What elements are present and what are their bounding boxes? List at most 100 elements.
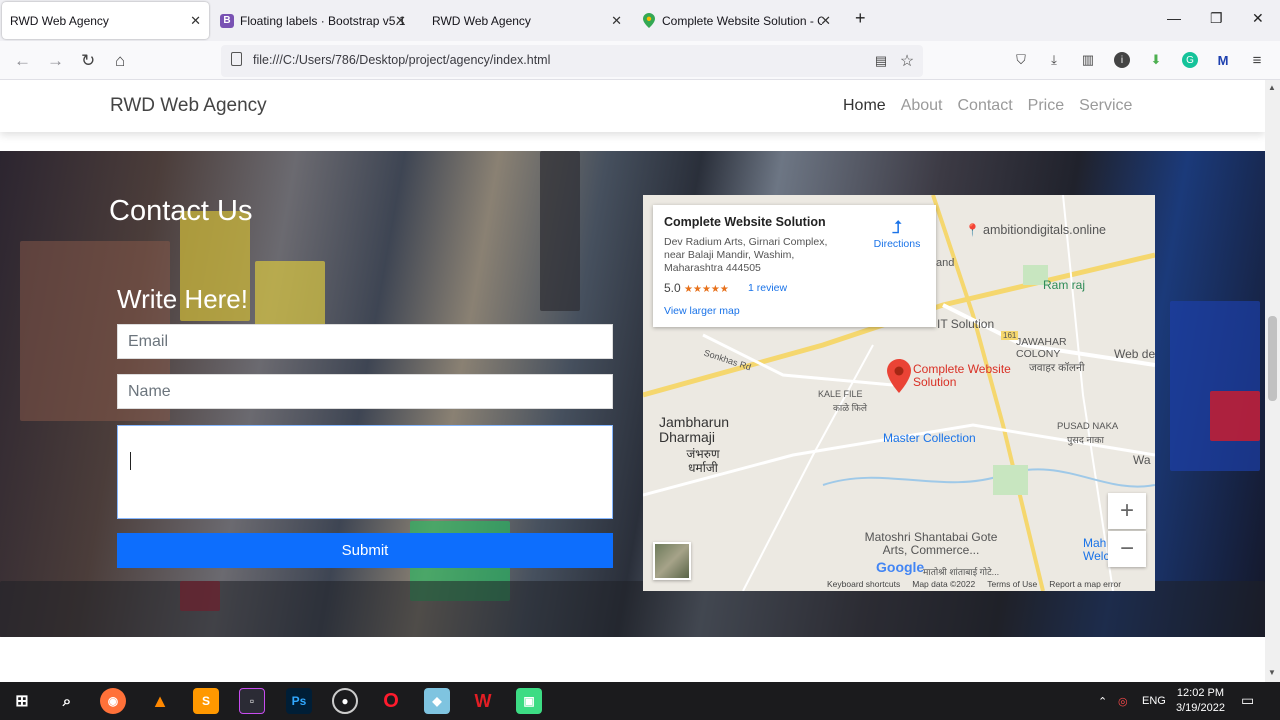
address-bar[interactable]: file:///C:/Users/786/Desktop/project/age… [221, 45, 923, 77]
map-attribution: Keyboard shortcuts Map data ©2022 Terms … [827, 579, 1121, 589]
back-icon[interactable]: ← [14, 51, 31, 71]
clock-date: 3/19/2022 [1176, 702, 1225, 714]
zoom-in-button[interactable]: + [1108, 493, 1146, 529]
map-marker-icon[interactable] [887, 359, 911, 393]
map-label-matoshri: Matoshri Shantabai Gote Arts, Commerce..… [864, 530, 998, 557]
zoom-out-button[interactable]: − [1108, 531, 1146, 567]
google-logo-text: Google [876, 559, 925, 575]
menu-icon[interactable]: ≡ [1249, 52, 1265, 69]
nav-bar: ← → ↻ ⌂ file:///C:/Users/786/Desktop/pro… [0, 41, 1280, 80]
scroll-thumb[interactable] [1268, 316, 1277, 401]
report-error-link[interactable]: Report a map error [1049, 579, 1121, 589]
search-icon[interactable]: ⌕ [54, 688, 80, 714]
scroll-down-icon[interactable]: ▼ [1268, 668, 1276, 677]
extension-m-icon[interactable]: M [1215, 52, 1231, 68]
web-page: RWD Web Agency Home About Contact Price … [0, 80, 1265, 682]
new-tab-button[interactable]: + [855, 8, 866, 29]
text-caret [130, 452, 131, 470]
tab-bootstrap[interactable]: B Floating labels · Bootstrap v5.1 ✕ [212, 2, 414, 39]
map-embed[interactable]: Complete Website Solution Dev Radium Art… [643, 195, 1155, 591]
terms-link[interactable]: Terms of Use [987, 579, 1037, 589]
tray-arrow-icon[interactable]: ⌃ [1098, 695, 1107, 708]
email-field[interactable]: Email [117, 324, 613, 359]
tab-title: Complete Website Solution - Go [662, 13, 822, 28]
form-title: Write Here! [117, 284, 248, 314]
tray-app-icon[interactable]: ◎ [1118, 695, 1128, 708]
building-shape [540, 151, 580, 311]
sidebar-icon[interactable]: ▥ [1080, 52, 1096, 68]
larger-map-link[interactable]: View larger map [664, 305, 740, 317]
submit-button[interactable]: Submit [117, 533, 613, 568]
reload-icon[interactable]: ↻ [81, 51, 95, 71]
site-menu: Home About Contact Price Service [843, 97, 1132, 115]
opera-icon[interactable]: O [378, 688, 404, 714]
tab-maps[interactable]: Complete Website Solution - Go ✕ [634, 2, 839, 39]
close-icon[interactable]: ✕ [611, 13, 622, 29]
app-icon[interactable]: ◆ [424, 688, 450, 714]
tab-rwd-1[interactable]: RWD Web Agency ✕ [2, 2, 209, 39]
message-textarea[interactable] [117, 425, 613, 519]
obs-icon[interactable]: ● [332, 688, 358, 714]
satellite-toggle[interactable] [653, 542, 691, 580]
close-window-icon[interactable]: ✕ [1252, 10, 1264, 27]
menu-service[interactable]: Service [1079, 97, 1132, 115]
vlc-icon[interactable]: ▲ [147, 688, 173, 714]
windows-start-icon[interactable]: ⊞ [9, 688, 35, 714]
bootstrap-icon: B [220, 13, 234, 28]
close-icon[interactable]: ✕ [190, 13, 201, 29]
site-brand[interactable]: RWD Web Agency [110, 95, 267, 117]
directions-icon: ⮥ [891, 217, 903, 237]
terminal-icon[interactable]: ▫ [239, 688, 265, 714]
firefox-icon[interactable]: ◉ [100, 688, 126, 714]
name-field[interactable]: Name [117, 374, 613, 409]
menu-contact[interactable]: Contact [958, 97, 1013, 115]
place-rating: 5.0 ★★★★★ [664, 281, 729, 295]
grammarly-icon[interactable]: G [1182, 52, 1198, 68]
file-icon [231, 52, 242, 66]
sublime-icon[interactable]: S [193, 688, 219, 714]
photoshop-icon[interactable]: Ps [286, 688, 312, 714]
site-navbar: RWD Web Agency Home About Contact Price … [0, 80, 1265, 132]
map-label-pusad-hi: पुसद नाका [1067, 435, 1104, 446]
close-icon[interactable]: ✕ [395, 13, 406, 29]
place-info-card: Complete Website Solution Dev Radium Art… [653, 205, 936, 327]
maps-icon [642, 13, 656, 28]
language-indicator[interactable]: ENG [1142, 695, 1166, 707]
download-icon[interactable]: ⤓ [1046, 52, 1062, 68]
map-label-kalefile: KALE FILE [818, 389, 863, 399]
map-label-jawahar: JAWAHAR COLONY [1016, 336, 1067, 360]
reviews-link[interactable]: 1 review [748, 282, 787, 294]
keyboard-shortcuts-link[interactable]: Keyboard shortcuts [827, 579, 900, 589]
map-label-kalefile-hi: काळे फिले [833, 403, 867, 413]
extension-down-icon[interactable]: ⬇ [1148, 52, 1164, 68]
billboard-shape [255, 261, 325, 331]
tab-rwd-2[interactable]: RWD Web Agency ✕ [424, 2, 630, 39]
wps-icon[interactable]: W [470, 688, 496, 714]
taskbar: ⊞ ⌕ ◉ ▲ S ▫ Ps ● O ◆ W ▣ ⌃ ◎ ENG 12:02 P… [0, 682, 1280, 720]
clock[interactable]: 12:02 PM 3/19/2022 [1176, 686, 1225, 716]
billboard-shape [1170, 301, 1260, 471]
directions-button[interactable]: ⮥ Directions [867, 217, 927, 250]
menu-price[interactable]: Price [1028, 97, 1064, 115]
page-scrollbar[interactable]: ▲ ▼ [1265, 80, 1280, 682]
map-label-jambharun: Jambharun Dharmaji [659, 414, 730, 445]
map-label-jambharun-hi: जंभरुण धर्माजी [686, 447, 720, 475]
scroll-up-icon[interactable]: ▲ [1268, 83, 1276, 92]
home-icon[interactable]: ⌂ [115, 51, 125, 71]
menu-about[interactable]: About [901, 97, 943, 115]
minimize-icon[interactable]: — [1167, 10, 1181, 26]
map-label-itsolution: IT Solution [937, 317, 995, 331]
notifications-icon[interactable]: ▭ [1241, 692, 1254, 709]
bookmark-star-icon[interactable]: ☆ [899, 53, 915, 70]
pocket-icon[interactable]: ⛉ [1013, 52, 1029, 68]
forward-icon[interactable]: → [47, 51, 64, 71]
tab-title: RWD Web Agency [10, 13, 109, 28]
map-label-and: and [936, 257, 955, 269]
close-icon[interactable]: ✕ [820, 13, 831, 29]
android-icon[interactable]: ▣ [516, 688, 542, 714]
map-label-matoshri-hi: मातोश्री शांताबाई गोटे... [923, 567, 1000, 577]
reader-view-icon[interactable]: ▤ [873, 53, 889, 69]
restore-icon[interactable]: ❐ [1210, 10, 1223, 27]
menu-home[interactable]: Home [843, 97, 886, 115]
info-icon[interactable]: i [1114, 52, 1130, 68]
